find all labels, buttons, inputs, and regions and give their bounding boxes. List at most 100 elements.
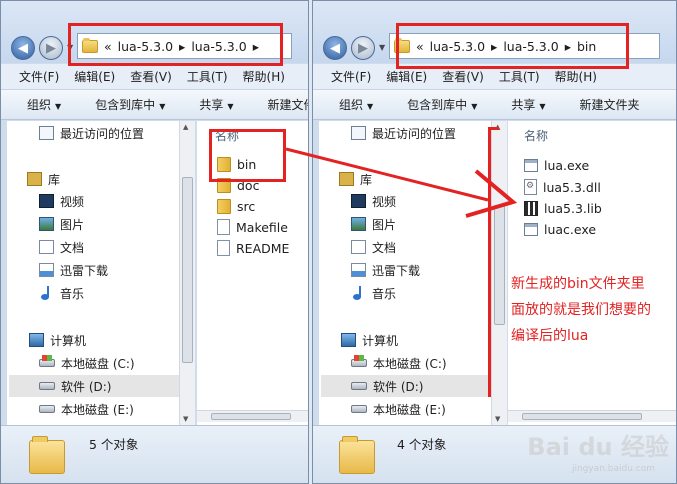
- forward-button[interactable]: ▶: [351, 36, 375, 60]
- menu-help[interactable]: 帮助(H): [555, 68, 597, 85]
- dropdown-arrow-icon: ▼: [539, 102, 546, 111]
- video-icon: [351, 194, 366, 208]
- scroll-thumb[interactable]: [182, 177, 193, 363]
- music-icon: [39, 286, 54, 300]
- nav-label: 计算机: [50, 333, 87, 348]
- scroll-down-icon[interactable]: ▼: [183, 415, 188, 423]
- nav-pictures[interactable]: 图片: [351, 213, 396, 235]
- menu-file[interactable]: 文件(F): [331, 68, 371, 85]
- nav-videos[interactable]: 视频: [351, 190, 396, 212]
- breadcrumb-arrow-icon[interactable]: ▸: [565, 39, 571, 54]
- nav-computer[interactable]: 计算机: [341, 329, 398, 351]
- scroll-thumb[interactable]: [522, 413, 642, 420]
- nav-computer[interactable]: 计算机: [29, 329, 86, 351]
- nav-recent-places[interactable]: 最近访问的位置: [351, 122, 456, 144]
- share-label: 共享: [511, 98, 536, 112]
- include-in-library-button[interactable]: 包含到库中 ▼: [95, 96, 165, 113]
- menu-view[interactable]: 查看(V): [442, 68, 484, 85]
- back-button[interactable]: ◀: [323, 36, 347, 60]
- file-item-lua-lib[interactable]: lua5.3.lib: [524, 198, 602, 218]
- menu-tools[interactable]: 工具(T): [187, 68, 228, 85]
- file-name: Makefile: [236, 219, 288, 235]
- address-bar[interactable]: « lua-5.3.0 ▸ lua-5.3.0 ▸ bin: [389, 33, 660, 59]
- nav-thunder-downloads[interactable]: 迅雷下载: [39, 259, 108, 281]
- nav-documents[interactable]: 文档: [39, 236, 84, 258]
- file-item-doc[interactable]: doc: [217, 175, 259, 195]
- breadcrumb-item[interactable]: lua-5.3.0: [430, 39, 485, 54]
- file-item-lua-dll[interactable]: lua5.3.dll: [524, 177, 601, 197]
- breadcrumb-arrow-icon[interactable]: ▸: [179, 39, 185, 54]
- nav-scrollbar[interactable]: ▲ ▼: [491, 121, 507, 425]
- horizontal-scrollbar[interactable]: [508, 410, 676, 422]
- downloads-icon: [351, 263, 366, 277]
- include-in-library-button[interactable]: 包含到库中 ▼: [407, 96, 477, 113]
- dropdown-arrow-icon: ▼: [471, 102, 478, 111]
- nav-music[interactable]: 音乐: [39, 282, 84, 304]
- nav-music[interactable]: 音乐: [351, 282, 396, 304]
- nav-pictures[interactable]: 图片: [39, 213, 84, 235]
- breadcrumb-item[interactable]: lua-5.3.0: [191, 39, 246, 54]
- nav-recent-places[interactable]: 最近访问的位置: [39, 122, 144, 144]
- nav-thunder-downloads[interactable]: 迅雷下载: [351, 259, 420, 281]
- nav-drive-d[interactable]: 软件 (D:): [9, 375, 179, 397]
- nav-drive-e[interactable]: 本地磁盘 (E:): [351, 398, 446, 420]
- menu-file[interactable]: 文件(F): [19, 68, 59, 85]
- dropdown-arrow-icon: ▼: [227, 102, 234, 111]
- overflow-chevron[interactable]: «: [416, 39, 424, 54]
- navigation-pane: 最近访问的位置 库 视频 图片 文档 迅雷下载 音乐 计算机 本地磁盘 (C:)…: [319, 121, 491, 425]
- scroll-thumb[interactable]: [494, 205, 505, 325]
- share-button[interactable]: 共享 ▼: [199, 96, 233, 113]
- menu-help[interactable]: 帮助(H): [243, 68, 285, 85]
- file-item-luac-exe[interactable]: luac.exe: [524, 219, 596, 239]
- breadcrumb-item[interactable]: lua-5.3.0: [503, 39, 558, 54]
- scroll-thumb[interactable]: [211, 413, 291, 420]
- nav-libraries[interactable]: 库: [339, 168, 372, 190]
- file-name: bin: [237, 156, 257, 172]
- command-bar: 组织▼ 包含到库中▼ 共享▼ 新建文件: [1, 90, 308, 120]
- nav-videos[interactable]: 视频: [39, 190, 84, 212]
- column-header-name[interactable]: 名称: [215, 127, 239, 144]
- folder-large-icon: [339, 436, 375, 474]
- nav-label: 迅雷下载: [372, 263, 421, 278]
- organize-button[interactable]: 组织 ▼: [339, 96, 373, 113]
- menu-view[interactable]: 查看(V): [130, 68, 172, 85]
- recent-pages-dropdown[interactable]: ▼: [67, 43, 73, 52]
- scroll-up-icon[interactable]: ▲: [183, 123, 188, 131]
- nav-drive-c[interactable]: 本地磁盘 (C:): [351, 352, 447, 374]
- nav-scrollbar[interactable]: ▲ ▼: [179, 121, 195, 425]
- file-item-src[interactable]: src: [217, 196, 255, 216]
- column-header-name[interactable]: 名称: [524, 127, 548, 144]
- nav-drive-d[interactable]: 软件 (D:): [321, 375, 491, 397]
- nav-drive-e[interactable]: 本地磁盘 (E:): [39, 398, 134, 420]
- organize-label: 组织: [27, 98, 52, 112]
- dropdown-arrow-icon: ▼: [367, 102, 374, 111]
- breadcrumb-arrow-icon[interactable]: ▸: [491, 39, 497, 54]
- file-item-readme[interactable]: README: [217, 238, 289, 258]
- nav-documents[interactable]: 文档: [351, 236, 396, 258]
- breadcrumb-arrow-icon[interactable]: ▸: [253, 39, 259, 54]
- organize-button[interactable]: 组织 ▼: [27, 96, 61, 113]
- horizontal-scrollbar[interactable]: [197, 410, 308, 422]
- share-button[interactable]: 共享 ▼: [511, 96, 545, 113]
- include-label: 包含到库中: [407, 98, 468, 112]
- scroll-up-icon[interactable]: ▲: [495, 123, 500, 131]
- file-item-bin[interactable]: bin: [217, 154, 256, 174]
- address-bar[interactable]: « lua-5.3.0 ▸ lua-5.3.0 ▸: [77, 33, 292, 59]
- menu-edit[interactable]: 编辑(E): [386, 68, 427, 85]
- file-item-lua-exe[interactable]: lua.exe: [524, 155, 589, 175]
- forward-button[interactable]: ▶: [39, 36, 63, 60]
- back-button[interactable]: ◀: [11, 36, 35, 60]
- nav-drive-c[interactable]: 本地磁盘 (C:): [39, 352, 135, 374]
- folder-icon: [217, 198, 231, 214]
- recent-pages-dropdown[interactable]: ▼: [379, 43, 385, 52]
- overflow-chevron[interactable]: «: [104, 39, 112, 54]
- file-item-makefile[interactable]: Makefile: [217, 217, 288, 237]
- menu-edit[interactable]: 编辑(E): [74, 68, 115, 85]
- nav-libraries[interactable]: 库: [27, 168, 60, 190]
- breadcrumb-item[interactable]: bin: [577, 39, 596, 54]
- scroll-down-icon[interactable]: ▼: [495, 415, 500, 423]
- menu-tools[interactable]: 工具(T): [499, 68, 540, 85]
- new-folder-button[interactable]: 新建文件夹: [580, 96, 640, 113]
- breadcrumb-item[interactable]: lua-5.3.0: [118, 39, 173, 54]
- new-folder-button[interactable]: 新建文件: [268, 96, 308, 113]
